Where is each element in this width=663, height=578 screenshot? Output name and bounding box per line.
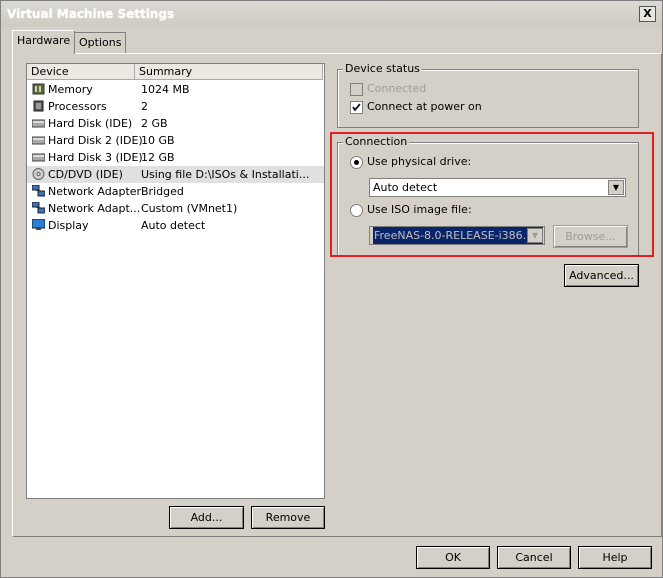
connect-at-power-on-label: Connect at power on (367, 100, 482, 113)
device-summary: Auto detect (141, 219, 206, 232)
processor-icon (33, 100, 44, 112)
device-row-hard-disk-1[interactable]: Hard Disk (IDE) 2 GB (27, 115, 324, 132)
advanced-button[interactable]: Advanced... (564, 264, 639, 287)
close-button[interactable]: X (639, 6, 656, 22)
device-row-hard-disk-3[interactable]: Hard Disk 3 (IDE) 12 GB (27, 149, 324, 166)
device-row-cd-dvd[interactable]: CD/DVD (IDE) Using file D:\ISOs & Instal… (27, 166, 324, 183)
device-summary: 1024 MB (141, 83, 190, 96)
hard-disk-icon (32, 153, 45, 162)
title-bar[interactable]: Virtual Machine Settings X (1, 1, 662, 27)
tab-options[interactable]: Options (74, 32, 127, 53)
device-row-network-adapter-2[interactable]: Network Adapt... Custom (VMnet1) (27, 200, 324, 217)
device-summary: Using file D:\ISOs & Installati... (141, 168, 310, 181)
cancel-button[interactable]: Cancel (497, 546, 571, 569)
device-summary: 12 GB (141, 151, 175, 164)
remove-button[interactable]: Remove (251, 506, 325, 529)
device-row-memory[interactable]: Memory 1024 MB (27, 81, 324, 98)
hard-disk-icon (32, 119, 45, 128)
device-status-title: Device status (343, 62, 422, 75)
window-title: Virtual Machine Settings (7, 7, 175, 21)
device-summary: Bridged (141, 185, 184, 198)
dialog-window: Virtual Machine Settings X Hardware Opti… (0, 0, 663, 578)
device-summary: 2 GB (141, 117, 168, 130)
display-icon (32, 219, 45, 230)
device-list[interactable]: Device Summary Memory 1024 MB Processors… (26, 63, 325, 499)
cd-dvd-icon (32, 168, 45, 180)
hard-disk-icon (32, 136, 45, 145)
device-row-network-adapter[interactable]: Network Adapter Bridged (27, 183, 324, 200)
network-adapter-icon (32, 202, 45, 214)
add-button[interactable]: Add... (169, 506, 244, 529)
highlight-box (330, 132, 654, 257)
column-header-summary[interactable]: Summary (135, 64, 323, 80)
device-row-hard-disk-2[interactable]: Hard Disk 2 (IDE) 10 GB (27, 132, 324, 149)
tab-options-label: Options (79, 36, 122, 49)
connect-at-power-on-checkbox[interactable] (350, 101, 363, 114)
help-button[interactable]: Help (578, 546, 652, 569)
tab-hardware-label: Hardware (17, 34, 71, 47)
connected-label: Connected (367, 82, 427, 95)
tab-hardware[interactable]: Hardware (12, 30, 76, 54)
column-header-device[interactable]: Device (27, 64, 135, 80)
device-row-display[interactable]: Display Auto detect (27, 217, 324, 234)
device-summary: Custom (VMnet1) (141, 202, 238, 215)
memory-icon (32, 83, 45, 95)
connected-checkbox[interactable] (350, 83, 363, 96)
network-adapter-icon (32, 185, 45, 197)
device-status-group: Device status Connected Connect at power… (337, 62, 639, 128)
checkmark-icon (352, 103, 361, 112)
ok-button[interactable]: OK (416, 546, 490, 569)
device-row-processors[interactable]: Processors 2 (27, 98, 324, 115)
device-summary: 10 GB (141, 134, 175, 147)
device-summary: 2 (141, 100, 148, 113)
